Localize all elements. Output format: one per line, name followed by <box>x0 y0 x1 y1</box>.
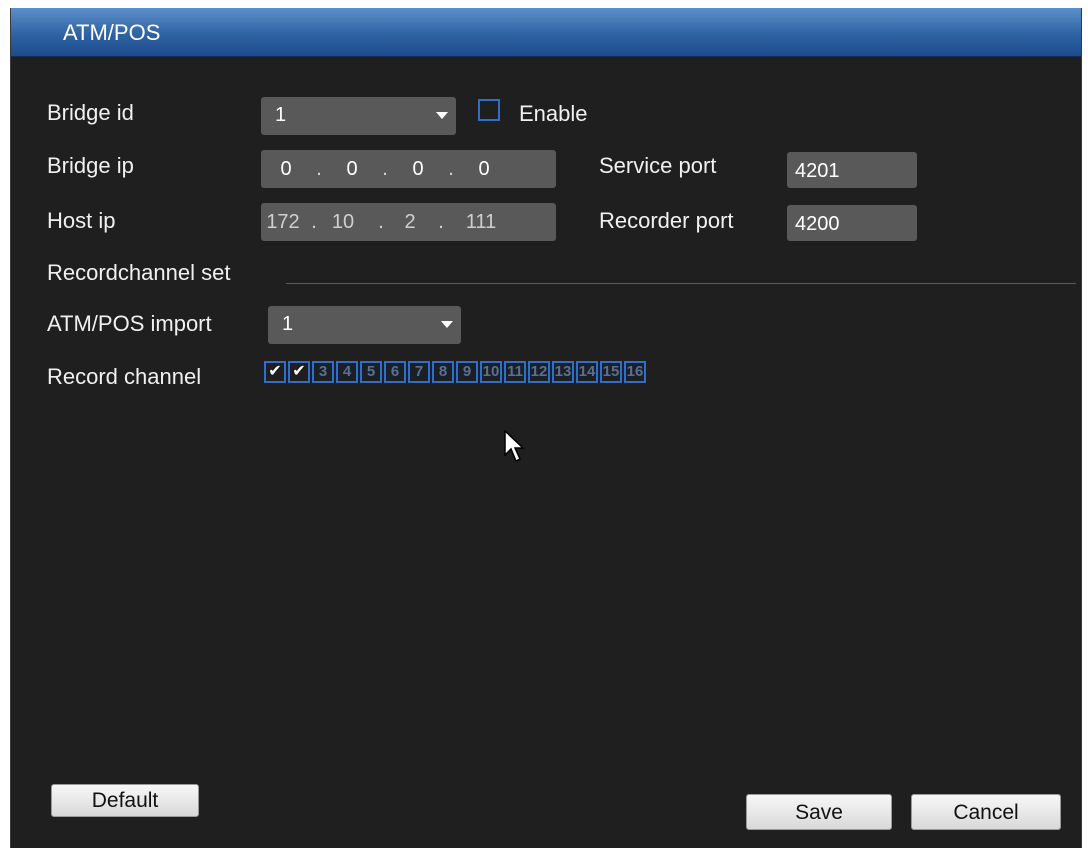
host-ip-input[interactable]: 172 . 10 . 2 . 111 <box>261 203 556 241</box>
title-bar: ATM/POS <box>11 8 1081 57</box>
service-port-input[interactable]: 4201 <box>787 152 917 188</box>
ip-separator: . <box>316 157 322 180</box>
record-channel-checkbox-16[interactable]: 16 <box>624 361 646 383</box>
host-ip-octet-4[interactable]: 111 <box>463 211 499 234</box>
record-channel-checkbox-13[interactable]: 13 <box>552 361 574 383</box>
bridge-id-value: 1 <box>275 104 287 126</box>
ip-separator: . <box>448 157 454 180</box>
atm-pos-import-dropdown[interactable]: 1 <box>268 306 461 344</box>
record-channel-checkbox-5[interactable]: 5 <box>360 361 382 383</box>
bridge-id-dropdown[interactable]: 1 <box>261 97 456 135</box>
default-button[interactable]: Default <box>51 784 199 817</box>
recorder-port-value: 4200 <box>795 213 840 235</box>
record-channel-checkboxes: ✔ ✔ 3 4 5 6 7 8 9 10 11 12 13 14 15 16 <box>264 361 648 387</box>
service-port-label: Service port <box>599 153 717 178</box>
atm-pos-import-value: 1 <box>282 313 294 335</box>
record-channel-checkbox-12[interactable]: 12 <box>528 361 550 383</box>
cancel-button[interactable]: Cancel <box>911 794 1061 830</box>
dialog-title: ATM/POS <box>63 20 161 45</box>
bridge-id-label: Bridge id <box>47 100 134 125</box>
recorder-port-input[interactable]: 4200 <box>787 205 917 241</box>
enable-label: Enable <box>519 101 588 126</box>
host-ip-octet-1[interactable]: 172 <box>263 211 303 234</box>
atm-pos-import-label: ATM/POS import <box>47 311 212 336</box>
mouse-pointer-icon <box>504 430 525 463</box>
record-channel-checkbox-6[interactable]: 6 <box>384 361 406 383</box>
ip-separator: . <box>378 210 384 233</box>
chevron-down-icon <box>436 112 448 119</box>
record-channel-checkbox-1[interactable]: ✔ <box>264 361 286 383</box>
record-channel-checkbox-9[interactable]: 9 <box>456 361 478 383</box>
bridge-ip-octet-3[interactable]: 0 <box>407 158 429 181</box>
record-channel-checkbox-3[interactable]: 3 <box>312 361 334 383</box>
ip-separator: . <box>311 210 317 233</box>
record-channel-checkbox-2[interactable]: ✔ <box>288 361 310 383</box>
record-channel-checkbox-4[interactable]: 4 <box>336 361 358 383</box>
host-ip-octet-3[interactable]: 2 <box>401 211 419 234</box>
enable-checkbox[interactable] <box>478 99 500 121</box>
recordchannel-set-heading: Recordchannel set <box>47 260 231 285</box>
record-channel-checkbox-14[interactable]: 14 <box>576 361 598 383</box>
bridge-ip-input[interactable]: 0 . 0 . 0 . 0 <box>261 150 556 188</box>
ip-separator: . <box>382 157 388 180</box>
bridge-ip-octet-4[interactable]: 0 <box>473 158 495 181</box>
ip-separator: . <box>438 210 444 233</box>
host-ip-label: Host ip <box>47 208 116 233</box>
chevron-down-icon <box>441 321 453 328</box>
record-channel-checkbox-10[interactable]: 10 <box>480 361 502 383</box>
record-channel-checkbox-8[interactable]: 8 <box>432 361 454 383</box>
bridge-ip-octet-2[interactable]: 0 <box>341 158 363 181</box>
record-channel-label: Record channel <box>47 364 202 389</box>
record-channel-checkbox-15[interactable]: 15 <box>600 361 622 383</box>
host-ip-octet-2[interactable]: 10 <box>325 211 361 234</box>
save-button[interactable]: Save <box>746 794 892 830</box>
atm-pos-dialog: ATM/POS Bridge id 1 Enable Bridge ip 0 .… <box>10 8 1082 848</box>
bridge-ip-label: Bridge ip <box>47 153 134 178</box>
bridge-ip-octet-1[interactable]: 0 <box>275 158 297 181</box>
service-port-value: 4201 <box>795 160 840 182</box>
recorder-port-label: Recorder port <box>599 208 734 233</box>
section-divider <box>286 283 1076 284</box>
record-channel-checkbox-7[interactable]: 7 <box>408 361 430 383</box>
record-channel-checkbox-11[interactable]: 11 <box>504 361 526 383</box>
